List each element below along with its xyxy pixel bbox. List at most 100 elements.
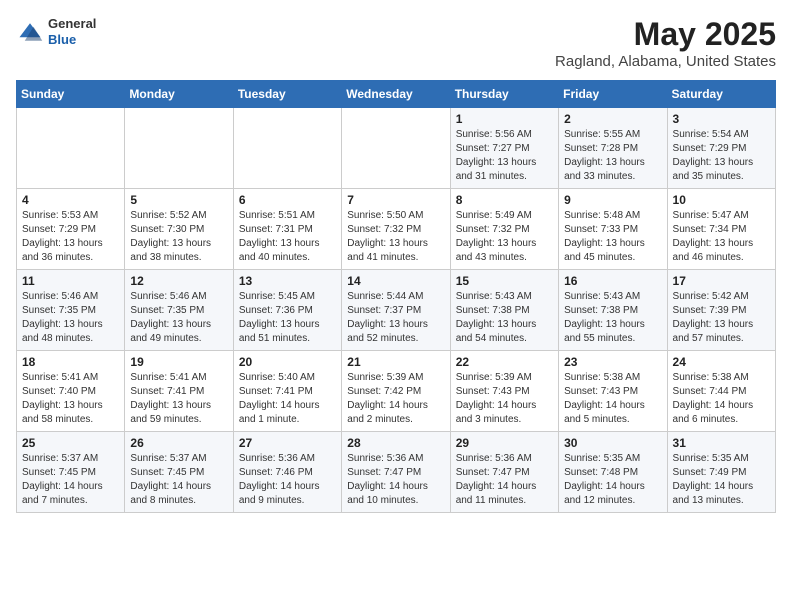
calendar-cell: 13 Sunrise: 5:45 AM Sunset: 7:36 PM Dayli… — [233, 270, 341, 351]
calendar-cell: 24Sunrise: 5:38 AM Sunset: 7:44 PM Dayli… — [667, 351, 775, 432]
cell-content: Sunrise: 5:49 AM Sunset: 7:32 PM Dayligh… — [456, 209, 553, 265]
day-number: 19 — [130, 355, 227, 369]
cell-content: Sunrise: 5:43 AM Sunset: 7:38 PM Dayligh… — [456, 290, 553, 346]
day-number: 21 — [347, 355, 444, 369]
subtitle: Ragland, Alabama, United States — [555, 53, 776, 70]
day-number: 18 — [22, 355, 119, 369]
day-number: 22 — [456, 355, 553, 369]
cell-content: Sunrise: 5:39 AM Sunset: 7:42 PM Dayligh… — [347, 371, 444, 427]
day-number: 12 — [130, 274, 227, 288]
calendar-cell: 27Sunrise: 5:36 AM Sunset: 7:46 PM Dayli… — [233, 432, 341, 513]
calendar-header: SundayMondayTuesdayWednesdayThursdayFrid… — [17, 81, 776, 108]
calendar-cell: 8 Sunrise: 5:49 AM Sunset: 7:32 PM Daylig… — [450, 189, 558, 270]
week-row-3: 11Sunrise: 5:46 AM Sunset: 7:35 PM Dayli… — [17, 270, 776, 351]
header-day-monday: Monday — [125, 81, 233, 108]
calendar-cell: 3 Sunrise: 5:54 AM Sunset: 7:29 PM Daylig… — [667, 108, 775, 189]
cell-content: Sunrise: 5:36 AM Sunset: 7:47 PM Dayligh… — [456, 452, 553, 508]
cell-content: Sunrise: 5:47 AM Sunset: 7:34 PM Dayligh… — [673, 209, 770, 265]
calendar-cell: 25 Sunrise: 5:37 AM Sunset: 7:45 PM Dayli… — [17, 432, 125, 513]
cell-content: Sunrise: 5:35 AM Sunset: 7:49 PM Dayligh… — [673, 452, 770, 508]
calendar-cell: 6 Sunrise: 5:51 AM Sunset: 7:31 PM Daylig… — [233, 189, 341, 270]
cell-content: Sunrise: 5:36 AM Sunset: 7:46 PM Dayligh… — [239, 452, 336, 508]
week-row-5: 25 Sunrise: 5:37 AM Sunset: 7:45 PM Dayli… — [17, 432, 776, 513]
day-number: 14 — [347, 274, 444, 288]
logo-icon — [16, 18, 44, 46]
header-day-thursday: Thursday — [450, 81, 558, 108]
main-title: May 2025 — [555, 16, 776, 53]
cell-content: Sunrise: 5:48 AM Sunset: 7:33 PM Dayligh… — [564, 209, 661, 265]
cell-content: Sunrise: 5:37 AM Sunset: 7:45 PM Dayligh… — [130, 452, 227, 508]
logo-text: General Blue — [48, 16, 96, 47]
calendar-cell: 29 Sunrise: 5:36 AM Sunset: 7:47 PM Dayli… — [450, 432, 558, 513]
day-number: 9 — [564, 193, 661, 207]
day-number: 8 — [456, 193, 553, 207]
calendar-cell: 31 Sunrise: 5:35 AM Sunset: 7:49 PM Dayli… — [667, 432, 775, 513]
calendar-cell: 17 Sunrise: 5:42 AM Sunset: 7:39 PM Dayli… — [667, 270, 775, 351]
calendar-cell: 22 Sunrise: 5:39 AM Sunset: 7:43 PM Dayli… — [450, 351, 558, 432]
cell-content: Sunrise: 5:52 AM Sunset: 7:30 PM Dayligh… — [130, 209, 227, 265]
day-number: 30 — [564, 436, 661, 450]
day-number: 10 — [673, 193, 770, 207]
title-block: May 2025 Ragland, Alabama, United States — [555, 16, 776, 70]
day-number: 5 — [130, 193, 227, 207]
day-number: 1 — [456, 112, 553, 126]
day-number: 25 — [22, 436, 119, 450]
cell-content: Sunrise: 5:46 AM Sunset: 7:35 PM Dayligh… — [22, 290, 119, 346]
day-number: 31 — [673, 436, 770, 450]
calendar-cell: 2 Sunrise: 5:55 AM Sunset: 7:28 PM Daylig… — [559, 108, 667, 189]
calendar-cell — [342, 108, 450, 189]
calendar-cell: 15 Sunrise: 5:43 AM Sunset: 7:38 PM Dayli… — [450, 270, 558, 351]
calendar-cell — [233, 108, 341, 189]
calendar-cell: 28Sunrise: 5:36 AM Sunset: 7:47 PM Dayli… — [342, 432, 450, 513]
cell-content: Sunrise: 5:44 AM Sunset: 7:37 PM Dayligh… — [347, 290, 444, 346]
day-number: 20 — [239, 355, 336, 369]
calendar-cell: 11Sunrise: 5:46 AM Sunset: 7:35 PM Dayli… — [17, 270, 125, 351]
day-number: 17 — [673, 274, 770, 288]
cell-content: Sunrise: 5:53 AM Sunset: 7:29 PM Dayligh… — [22, 209, 119, 265]
logo-blue-text: Blue — [48, 32, 96, 48]
header-day-wednesday: Wednesday — [342, 81, 450, 108]
day-number: 3 — [673, 112, 770, 126]
day-number: 2 — [564, 112, 661, 126]
cell-content: Sunrise: 5:51 AM Sunset: 7:31 PM Dayligh… — [239, 209, 336, 265]
cell-content: Sunrise: 5:43 AM Sunset: 7:38 PM Dayligh… — [564, 290, 661, 346]
day-number: 29 — [456, 436, 553, 450]
day-number: 26 — [130, 436, 227, 450]
day-number: 13 — [239, 274, 336, 288]
day-number: 28 — [347, 436, 444, 450]
header-day-sunday: Sunday — [17, 81, 125, 108]
calendar-cell: 30Sunrise: 5:35 AM Sunset: 7:48 PM Dayli… — [559, 432, 667, 513]
header-day-saturday: Saturday — [667, 81, 775, 108]
cell-content: Sunrise: 5:54 AM Sunset: 7:29 PM Dayligh… — [673, 128, 770, 184]
logo: General Blue — [16, 16, 96, 47]
calendar-cell: 12Sunrise: 5:46 AM Sunset: 7:35 PM Dayli… — [125, 270, 233, 351]
logo-general-text: General — [48, 16, 96, 32]
day-number: 4 — [22, 193, 119, 207]
week-row-2: 4 Sunrise: 5:53 AM Sunset: 7:29 PM Daylig… — [17, 189, 776, 270]
cell-content: Sunrise: 5:55 AM Sunset: 7:28 PM Dayligh… — [564, 128, 661, 184]
calendar-table: SundayMondayTuesdayWednesdayThursdayFrid… — [16, 80, 776, 513]
calendar-cell: 1Sunrise: 5:56 AM Sunset: 7:27 PM Daylig… — [450, 108, 558, 189]
day-number: 15 — [456, 274, 553, 288]
header-day-friday: Friday — [559, 81, 667, 108]
calendar-cell: 16Sunrise: 5:43 AM Sunset: 7:38 PM Dayli… — [559, 270, 667, 351]
cell-content: Sunrise: 5:45 AM Sunset: 7:36 PM Dayligh… — [239, 290, 336, 346]
calendar-cell: 5 Sunrise: 5:52 AM Sunset: 7:30 PM Daylig… — [125, 189, 233, 270]
calendar-cell — [17, 108, 125, 189]
cell-content: Sunrise: 5:41 AM Sunset: 7:41 PM Dayligh… — [130, 371, 227, 427]
calendar-cell: 20Sunrise: 5:40 AM Sunset: 7:41 PM Dayli… — [233, 351, 341, 432]
calendar-cell: 26 Sunrise: 5:37 AM Sunset: 7:45 PM Dayli… — [125, 432, 233, 513]
calendar-cell — [125, 108, 233, 189]
calendar-cell: 9 Sunrise: 5:48 AM Sunset: 7:33 PM Daylig… — [559, 189, 667, 270]
calendar-cell: 23Sunrise: 5:38 AM Sunset: 7:43 PM Dayli… — [559, 351, 667, 432]
cell-content: Sunrise: 5:37 AM Sunset: 7:45 PM Dayligh… — [22, 452, 119, 508]
calendar-cell: 21 Sunrise: 5:39 AM Sunset: 7:42 PM Dayli… — [342, 351, 450, 432]
header-day-tuesday: Tuesday — [233, 81, 341, 108]
day-number: 6 — [239, 193, 336, 207]
cell-content: Sunrise: 5:42 AM Sunset: 7:39 PM Dayligh… — [673, 290, 770, 346]
header-row: SundayMondayTuesdayWednesdayThursdayFrid… — [17, 81, 776, 108]
calendar-body: 1Sunrise: 5:56 AM Sunset: 7:27 PM Daylig… — [17, 108, 776, 513]
calendar-cell: 18Sunrise: 5:41 AM Sunset: 7:40 PM Dayli… — [17, 351, 125, 432]
cell-content: Sunrise: 5:39 AM Sunset: 7:43 PM Dayligh… — [456, 371, 553, 427]
cell-content: Sunrise: 5:50 AM Sunset: 7:32 PM Dayligh… — [347, 209, 444, 265]
